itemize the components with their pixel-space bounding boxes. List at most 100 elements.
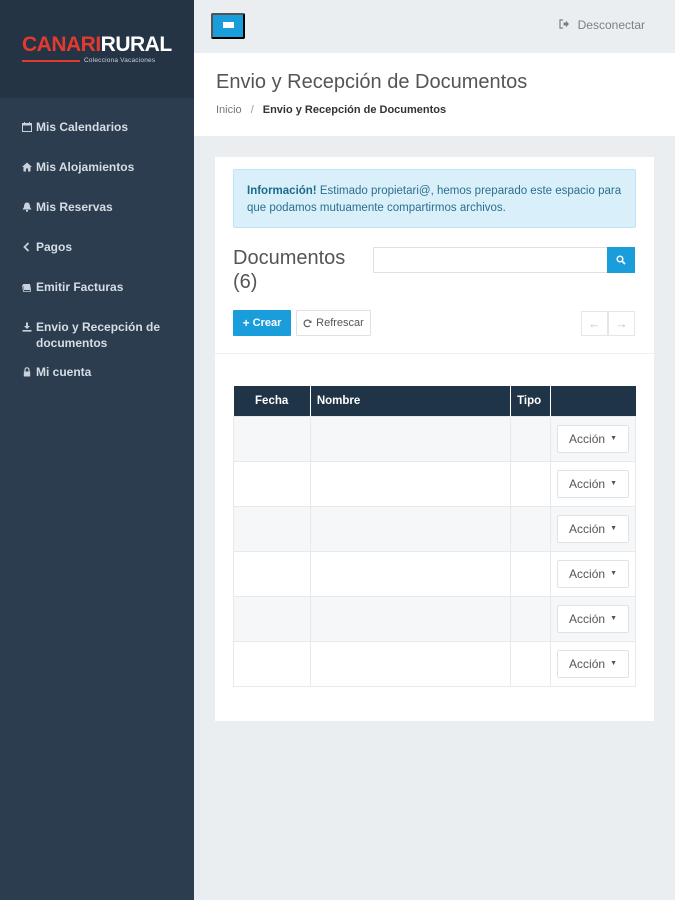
lock-icon — [22, 364, 36, 380]
logo-red-bar — [22, 59, 80, 62]
caret-down-icon: ▼ — [610, 435, 617, 442]
brand-logo[interactable]: CANARIRURAL Colecciona Vacaciones — [0, 0, 194, 98]
menu-toggle-button[interactable] — [211, 13, 245, 39]
plus-icon: + — [242, 316, 250, 330]
caret-down-icon: ▼ — [610, 525, 617, 532]
logo-tagline: Colecciona Vacaciones — [84, 57, 156, 64]
cell-tipo — [510, 460, 552, 507]
breadcrumb-home[interactable]: Inicio — [216, 104, 242, 116]
documents-count: (6) — [233, 271, 258, 293]
caret-down-icon: ▼ — [610, 660, 617, 667]
sidebar-item-label: Envio y Recepción de documentos — [36, 320, 161, 350]
action-label: Acción — [569, 656, 606, 671]
breadcrumb-current: Envio y Recepción de Documentos — [262, 104, 447, 116]
action-label: Acción — [569, 431, 606, 446]
column-header-actions — [550, 386, 636, 416]
action-label: Acción — [569, 566, 606, 581]
documents-panel: Información! Estimado propietari@, hemos… — [215, 157, 654, 721]
cell-actions: Acción ▼ — [550, 640, 636, 687]
logout-link[interactable]: Desconectar — [559, 18, 645, 32]
action-dropdown-button[interactable]: Acción ▼ — [557, 604, 630, 633]
cell-tipo — [510, 505, 552, 552]
column-header-fecha[interactable]: Fecha — [233, 386, 311, 416]
cell-tipo — [510, 550, 552, 597]
cell-fecha — [233, 460, 311, 507]
cell-actions: Acción ▼ — [550, 595, 636, 642]
action-label: Acción — [569, 476, 606, 491]
documents-table: Fecha Nombre Tipo Acción ▼ Acción ▼ Acci… — [233, 386, 636, 687]
cell-nombre — [309, 460, 512, 507]
cell-nombre — [309, 550, 512, 597]
page-title: Envio y Recepción de Documentos — [216, 71, 528, 93]
sidebar-item-cuenta[interactable]: Mi cuenta — [0, 351, 194, 391]
sidebar-item-label: Mis Reservas — [36, 200, 113, 214]
caret-down-icon: ▼ — [610, 480, 617, 487]
sidebar: CANARIRURAL Colecciona Vacaciones Mis Ca… — [0, 0, 194, 900]
cell-actions: Acción ▼ — [550, 460, 636, 507]
column-header-tipo[interactable]: Tipo — [510, 386, 552, 416]
sidebar-item-label: Mis Alojamientos — [36, 160, 135, 174]
page-header: Envio y Recepción de Documentos Inicio /… — [194, 53, 675, 136]
table-row: Acción ▼ — [233, 505, 636, 552]
caret-down-icon: ▼ — [610, 615, 617, 622]
hamburger-icon — [222, 21, 234, 31]
sidebar-item-label: Mis Calendarios — [36, 120, 129, 134]
cell-actions: Acción ▼ — [550, 550, 636, 597]
sidebar-item-calendarios[interactable]: Mis Calendarios — [0, 106, 194, 146]
column-header-nombre[interactable]: Nombre — [310, 386, 512, 416]
table-row: Acción ▼ — [233, 415, 636, 462]
action-label: Acción — [569, 611, 606, 626]
cell-nombre — [309, 415, 512, 462]
sidebar-item-pagos[interactable]: Pagos — [0, 226, 194, 266]
action-dropdown-button[interactable]: Acción ▼ — [557, 649, 630, 678]
sidebar-item-label: Emitir Facturas — [36, 280, 124, 294]
home-icon — [22, 159, 36, 175]
action-dropdown-button[interactable]: Acción ▼ — [557, 424, 630, 453]
topbar: Desconectar — [194, 0, 675, 53]
refresh-label: Refrescar — [316, 317, 364, 329]
logo-underline: Colecciona Vacaciones — [22, 57, 194, 64]
download-icon — [22, 319, 36, 335]
calendar-icon — [22, 119, 36, 135]
logo-part1: CANARI — [22, 33, 101, 56]
create-button[interactable]: + Crear — [233, 310, 291, 336]
action-dropdown-button[interactable]: Acción ▼ — [557, 469, 630, 498]
cell-nombre — [309, 595, 512, 642]
logout-label: Desconectar — [577, 18, 645, 32]
sidebar-item-facturas[interactable]: Emitir Facturas — [0, 266, 194, 306]
table-row: Acción ▼ — [233, 460, 636, 507]
sidebar-nav: Mis Calendarios Mis Alojamientos Mis Res… — [0, 98, 194, 391]
table-row: Acción ▼ — [233, 640, 636, 687]
search-input[interactable] — [373, 247, 607, 273]
cell-fecha — [233, 550, 311, 597]
cell-fecha — [233, 415, 311, 462]
logo-text: CANARIRURAL — [22, 34, 194, 55]
cell-fecha — [233, 640, 311, 687]
sidebar-item-documentos[interactable]: Envio y Recepción de documentos — [0, 306, 194, 351]
table-row: Acción ▼ — [233, 595, 636, 642]
bell-icon — [22, 199, 36, 215]
search-button[interactable] — [607, 247, 635, 273]
cell-tipo — [510, 595, 552, 642]
cell-nombre — [309, 640, 512, 687]
action-dropdown-button[interactable]: Acción ▼ — [557, 559, 630, 588]
cell-nombre — [309, 505, 512, 552]
refresh-button[interactable]: Refrescar — [296, 310, 371, 336]
prev-page-button[interactable]: ← — [581, 311, 608, 336]
cell-actions: Acción ▼ — [550, 505, 636, 552]
search-group — [373, 247, 635, 273]
action-label: Acción — [569, 521, 606, 536]
cell-fecha — [233, 505, 311, 552]
caret-down-icon: ▼ — [610, 570, 617, 577]
cell-fecha — [233, 595, 311, 642]
sidebar-item-alojamientos[interactable]: Mis Alojamientos — [0, 146, 194, 186]
sign-out-icon — [559, 18, 570, 32]
divider — [215, 353, 654, 354]
action-dropdown-button[interactable]: Acción ▼ — [557, 514, 630, 543]
next-page-button[interactable]: → — [608, 311, 635, 336]
arrow-right-icon: → — [615, 316, 628, 331]
documents-title: Documentos (6) — [233, 246, 345, 294]
cell-actions: Acción ▼ — [550, 415, 636, 462]
logo-part2: RURAL — [100, 33, 173, 56]
sidebar-item-reservas[interactable]: Mis Reservas — [0, 186, 194, 226]
